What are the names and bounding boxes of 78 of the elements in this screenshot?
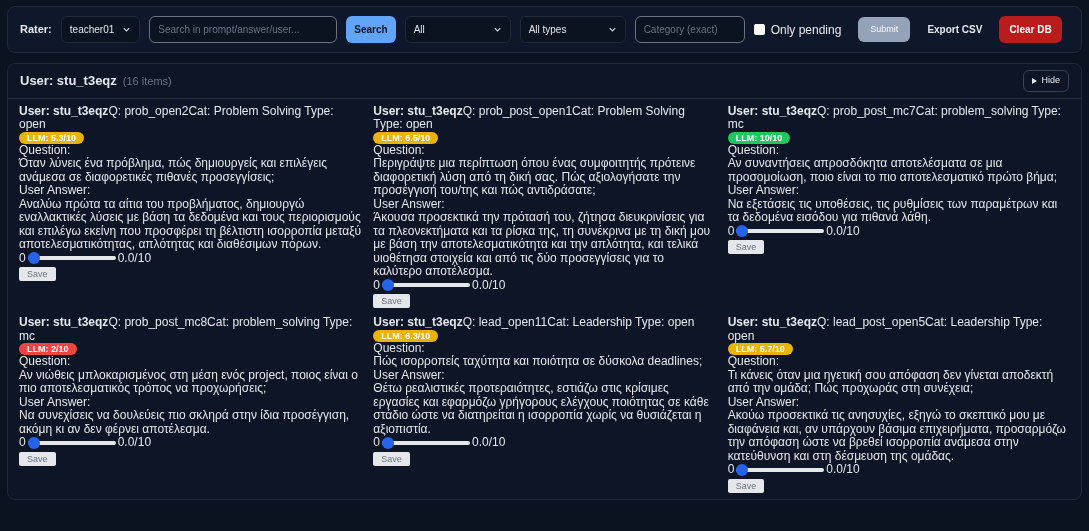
answer-label: User Answer:: [19, 184, 91, 198]
score-reading: 0.0/10: [472, 278, 506, 292]
answer-text: Να εξετάσεις τις υποθέσεις, τις ρυθμίσεις των παραμέτρων και τα δεδομένα εισόδου για πιθανά λάθη.: [727, 197, 1059, 225]
question-label: Question:: [727, 355, 781, 369]
category-field[interactable]: Category (exact): [634, 16, 745, 43]
slider-min-label: 0: [727, 463, 735, 477]
hide-button[interactable]: Hide: [1023, 70, 1069, 92]
answer-label: User Answer:: [727, 395, 799, 409]
slider-min-label: 0: [727, 224, 735, 238]
only-pending-checkbox[interactable]: [753, 24, 765, 35]
question-label: Question:: [19, 355, 72, 369]
score-reading: 0.0/10: [826, 463, 860, 477]
score-slider[interactable]: [27, 436, 116, 449]
answer-label: User Answer:: [373, 368, 445, 382]
answer-text: Να συνεχίσεις να δουλεύεις πιο σκληρά στην ίδια προσέγγιση, ακόμη κι αν δεν φέρνει αποτέλεσμα.: [19, 409, 351, 436]
item-header: User: stu_t3eqzQ: lead_open11Cat: Leadership Type: open: [373, 316, 696, 330]
llm-score-badge: LLM: 5.7/10: [727, 343, 793, 355]
question-text: Αν συναντήσεις απροσδόκητα αποτελέσματα σε μια προσομοίωση, ποιο είναι το πιο αποτελεσματικό πρώτο βήμα;: [727, 157, 1058, 184]
question-text: Όταν λύνεις ένα πρόβλημα, πώς δημιουργείς και επιλέγεις ανάμεσα σε διαφορετικές πιθανές προσεγγίσεις;: [19, 157, 328, 184]
score-slider[interactable]: [736, 463, 825, 476]
save-button[interactable]: Save: [19, 451, 56, 466]
score-reading: 0.0/10: [117, 251, 152, 265]
search-field[interactable]: Search in prompt/answer/user...: [149, 16, 338, 43]
question-text: Περιγράψτε μια περίπτωση όπου ένας συμφοιτητής πρότεινε διαφορετική λύση από τη δική σας. Πώς αξιολογήσατε την προσέγγισή του/της και πώς αντιδράσατε;: [373, 157, 697, 198]
item-header: User: stu_t3eqzQ: prob_post_open1Cat: Problem Solving Type: open: [373, 104, 686, 132]
export-csv-button[interactable]: Export CSV: [919, 22, 991, 37]
question-label: Question:: [373, 143, 425, 157]
score-reading: 0.0/10: [826, 224, 860, 238]
type-select[interactable]: All types: [519, 16, 626, 43]
score-reading: 0.0/10: [117, 436, 152, 450]
save-button[interactable]: Save: [373, 294, 410, 308]
question-text: Αν νιώθεις μπλοκαρισμένος στη μέση ενός project, ποιος είναι ο πιο αποτελεσματικός τρόπος να προχωρήσεις;: [19, 368, 359, 396]
slider-min-label: 0: [19, 251, 26, 265]
score-slider[interactable]: [736, 225, 825, 238]
search-button[interactable]: Search: [346, 16, 396, 43]
answer-text: Ακούω προσεκτικά τις ανησυχίες, εξηγώ το σκεπτικό μου με διαφάνεια και, αν υπάρχουν βάσιμα επιχειρήματα, προσαρμόζω την απόφαση ώστε να βρεθεί ισορροπία ανάμεσα στην κατεύθυνση και στη δέσμευση της ομάδας.: [727, 409, 1067, 463]
question-text: Τι κάνεις όταν μια ηγετική σου απόφαση δεν γίνεται αποδεκτή από την ομάδα; Πώς προχωράς στη συνέχεια;: [727, 368, 1055, 396]
answer-label: User Answer:: [727, 184, 799, 198]
question-text: Πώς ισορροπείς ταχύτητα και ποιότητα σε δύσκολα deadlines;: [373, 355, 704, 369]
clear-db-button[interactable]: Clear DB: [999, 16, 1062, 43]
answer-text: Αναλύω πρώτα τα αίτια του προβλήματος, δημιουργώ εναλλακτικές λύσεις με βάση τα δεδομένα και τους περιορισμούς και επιλέγω εκείνη που προσφέρει τη βέλτιστη ισορροπία μεταξύ αποτελεσματικότητας, απλότητας και διαθέσιμων πόρων.: [19, 197, 362, 252]
item-header: User: stu_t3eqzQ: lead_post_open5Cat: Leadership Type: open: [727, 316, 1044, 343]
save-button[interactable]: Save: [727, 478, 765, 493]
item-count: (16 items): [122, 74, 172, 89]
answer-text: Θέτω ρεαλιστικές προτεραιότητες, εστιάζω στις κρίσιμες εργασίες και εφαρμόζω γρήγορους ελέγχους ποιότητας σε κάθε στάδιο ώστε να διατηρείται η ισορροπία χωρίς να θυσιάζεται η αξιοπιστία.: [373, 382, 710, 436]
slider-min-label: 0: [373, 278, 380, 292]
llm-score-badge: LLM: 6.3/10: [373, 329, 439, 342]
slider-min-label: 0: [373, 436, 380, 450]
answer-label: User Answer:: [373, 197, 445, 211]
score-slider[interactable]: [382, 436, 470, 449]
caret-right-icon: [1032, 77, 1038, 84]
save-button[interactable]: Save: [19, 267, 56, 281]
chevron-down-icon: [607, 25, 617, 34]
question-label: Question:: [373, 341, 426, 355]
group-title: User: stu_t3eqz: [20, 72, 117, 90]
rater-select[interactable]: teacher01: [60, 16, 141, 43]
status-select[interactable]: All: [404, 16, 511, 43]
llm-score-badge: LLM: 5.3/10: [19, 131, 84, 144]
question-label: Question:: [19, 143, 72, 157]
save-button[interactable]: Save: [373, 451, 410, 466]
question-label: Question:: [727, 143, 781, 157]
chevron-down-icon: [122, 25, 132, 34]
item-header: User: stu_t3eqzQ: prob_open2Cat: Problem Solving Type: open: [19, 104, 335, 132]
chevron-down-icon: [492, 25, 502, 34]
item-header: User: stu_t3eqzQ: prob_post_mc8Cat: problem_solving Type: mc: [19, 316, 354, 343]
answer-text: Άκουσα προσεκτικά την πρότασή του, ζήτησα διευκρινίσεις για τα πλεονεκτήματα και τα ρίσκα της, τη συνέκρινα με τη δική μου με βάση την αποτελεσματικότητα και την απλότητα, και τελικά υιοθέτησα στοιχεία και από τις δύο προσεγγίσεις για το καλύτερο αποτέλεσμα.: [373, 211, 712, 279]
llm-score-badge: LLM: 2/10: [19, 343, 77, 355]
llm-score-badge: LLM: 6.5/10: [373, 131, 439, 144]
score-reading: 0.0/10: [472, 436, 506, 450]
rater-label: Rater:: [20, 22, 52, 38]
score-slider[interactable]: [27, 252, 116, 265]
only-pending-label: Only pending: [770, 21, 842, 39]
item-header: User: stu_t3eqzQ: prob_post_mc7Cat: problem_solving Type: mc: [727, 104, 1062, 132]
llm-score-badge: LLM: 10/10: [727, 131, 791, 144]
answer-label: User Answer:: [19, 395, 91, 409]
score-slider[interactable]: [382, 279, 470, 292]
save-button[interactable]: Save: [727, 240, 765, 254]
slider-min-label: 0: [19, 436, 26, 450]
